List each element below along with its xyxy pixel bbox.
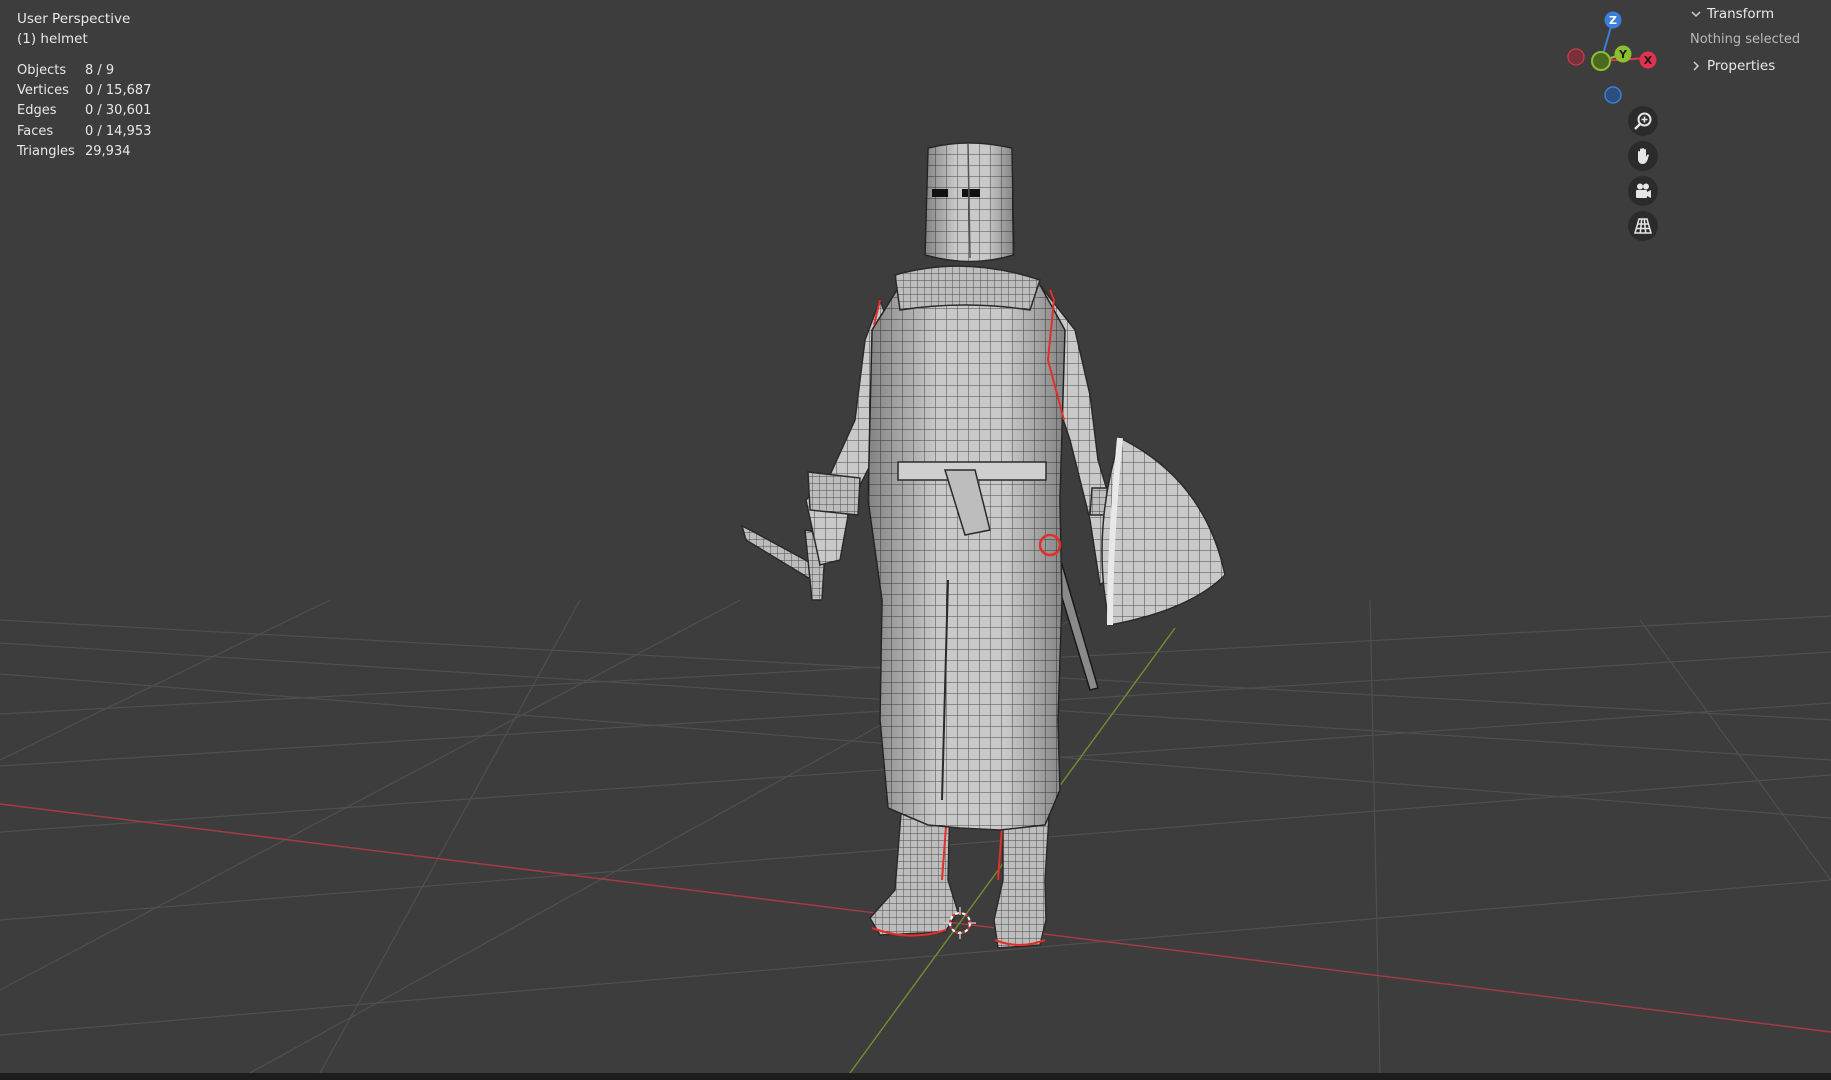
stat-label: Vertices [17,83,69,99]
transform-panel-label: Transform [1707,6,1775,22]
chevron-right-icon [1693,61,1700,71]
stat-label: Triangles [17,143,75,159]
stat-value: 0 / 15,687 [85,83,152,99]
stat-value: 0 / 14,953 [85,123,152,139]
stat-row-objects: Objects 8 / 9 [17,61,151,81]
stat-row-vertices: Vertices 0 / 15,687 [17,81,151,101]
gizmo-y-label: Y [1618,48,1628,61]
stat-row-faces: Faces 0 / 14,953 [17,122,151,142]
navigation-gizmo[interactable]: Z Y X [1560,4,1680,112]
sidebar-panel: Transform Nothing selected Properties [1680,0,1831,108]
stat-label: Edges [17,103,57,119]
zoom-icon [1634,112,1652,130]
selection-status: Nothing selected [1690,32,1801,47]
hand-pan-icon [1638,148,1649,164]
perspective-toggle-button[interactable] [1628,211,1658,241]
camera-icon [1636,183,1651,198]
stat-value: 0 / 30,601 [85,103,152,119]
chevron-down-icon [1691,11,1701,18]
view-name: User Perspective [17,11,131,27]
gizmo-x-label: X [1644,54,1653,67]
stat-label: Faces [17,123,54,139]
transform-panel-header[interactable]: Transform [1680,3,1831,25]
3d-viewport[interactable] [0,0,1831,1073]
bottom-status-bar [0,1073,1831,1080]
stat-row-triangles: Triangles 29,934 [17,142,151,162]
knight-model [740,142,1226,949]
gizmo-neg-x-icon[interactable] [1567,48,1585,66]
stat-row-edges: Edges 0 / 30,601 [17,101,151,121]
viewport-info-overlay: User Perspective (1) helmet Objects 8 / … [17,9,151,162]
gizmo-neg-z-icon[interactable] [1604,86,1622,104]
zoom-button[interactable] [1628,106,1658,136]
active-object-name: (1) helmet [17,31,88,47]
grid-perspective-icon [1634,218,1652,234]
properties-panel-label: Properties [1707,58,1776,74]
gizmo-z-label: Z [1609,14,1617,27]
gizmo-neg-y-icon[interactable] [1591,51,1611,71]
scene-statistics: Objects 8 / 9 Vertices 0 / 15,687 Edges … [17,61,151,162]
stat-value: 8 / 9 [85,63,115,79]
stat-value: 29,934 [85,143,131,159]
viewport-scene[interactable] [0,0,1831,1073]
properties-panel-header[interactable]: Properties [1680,55,1831,77]
pan-button[interactable] [1628,141,1658,171]
stat-label: Objects [17,63,67,79]
camera-view-button[interactable] [1628,176,1658,206]
